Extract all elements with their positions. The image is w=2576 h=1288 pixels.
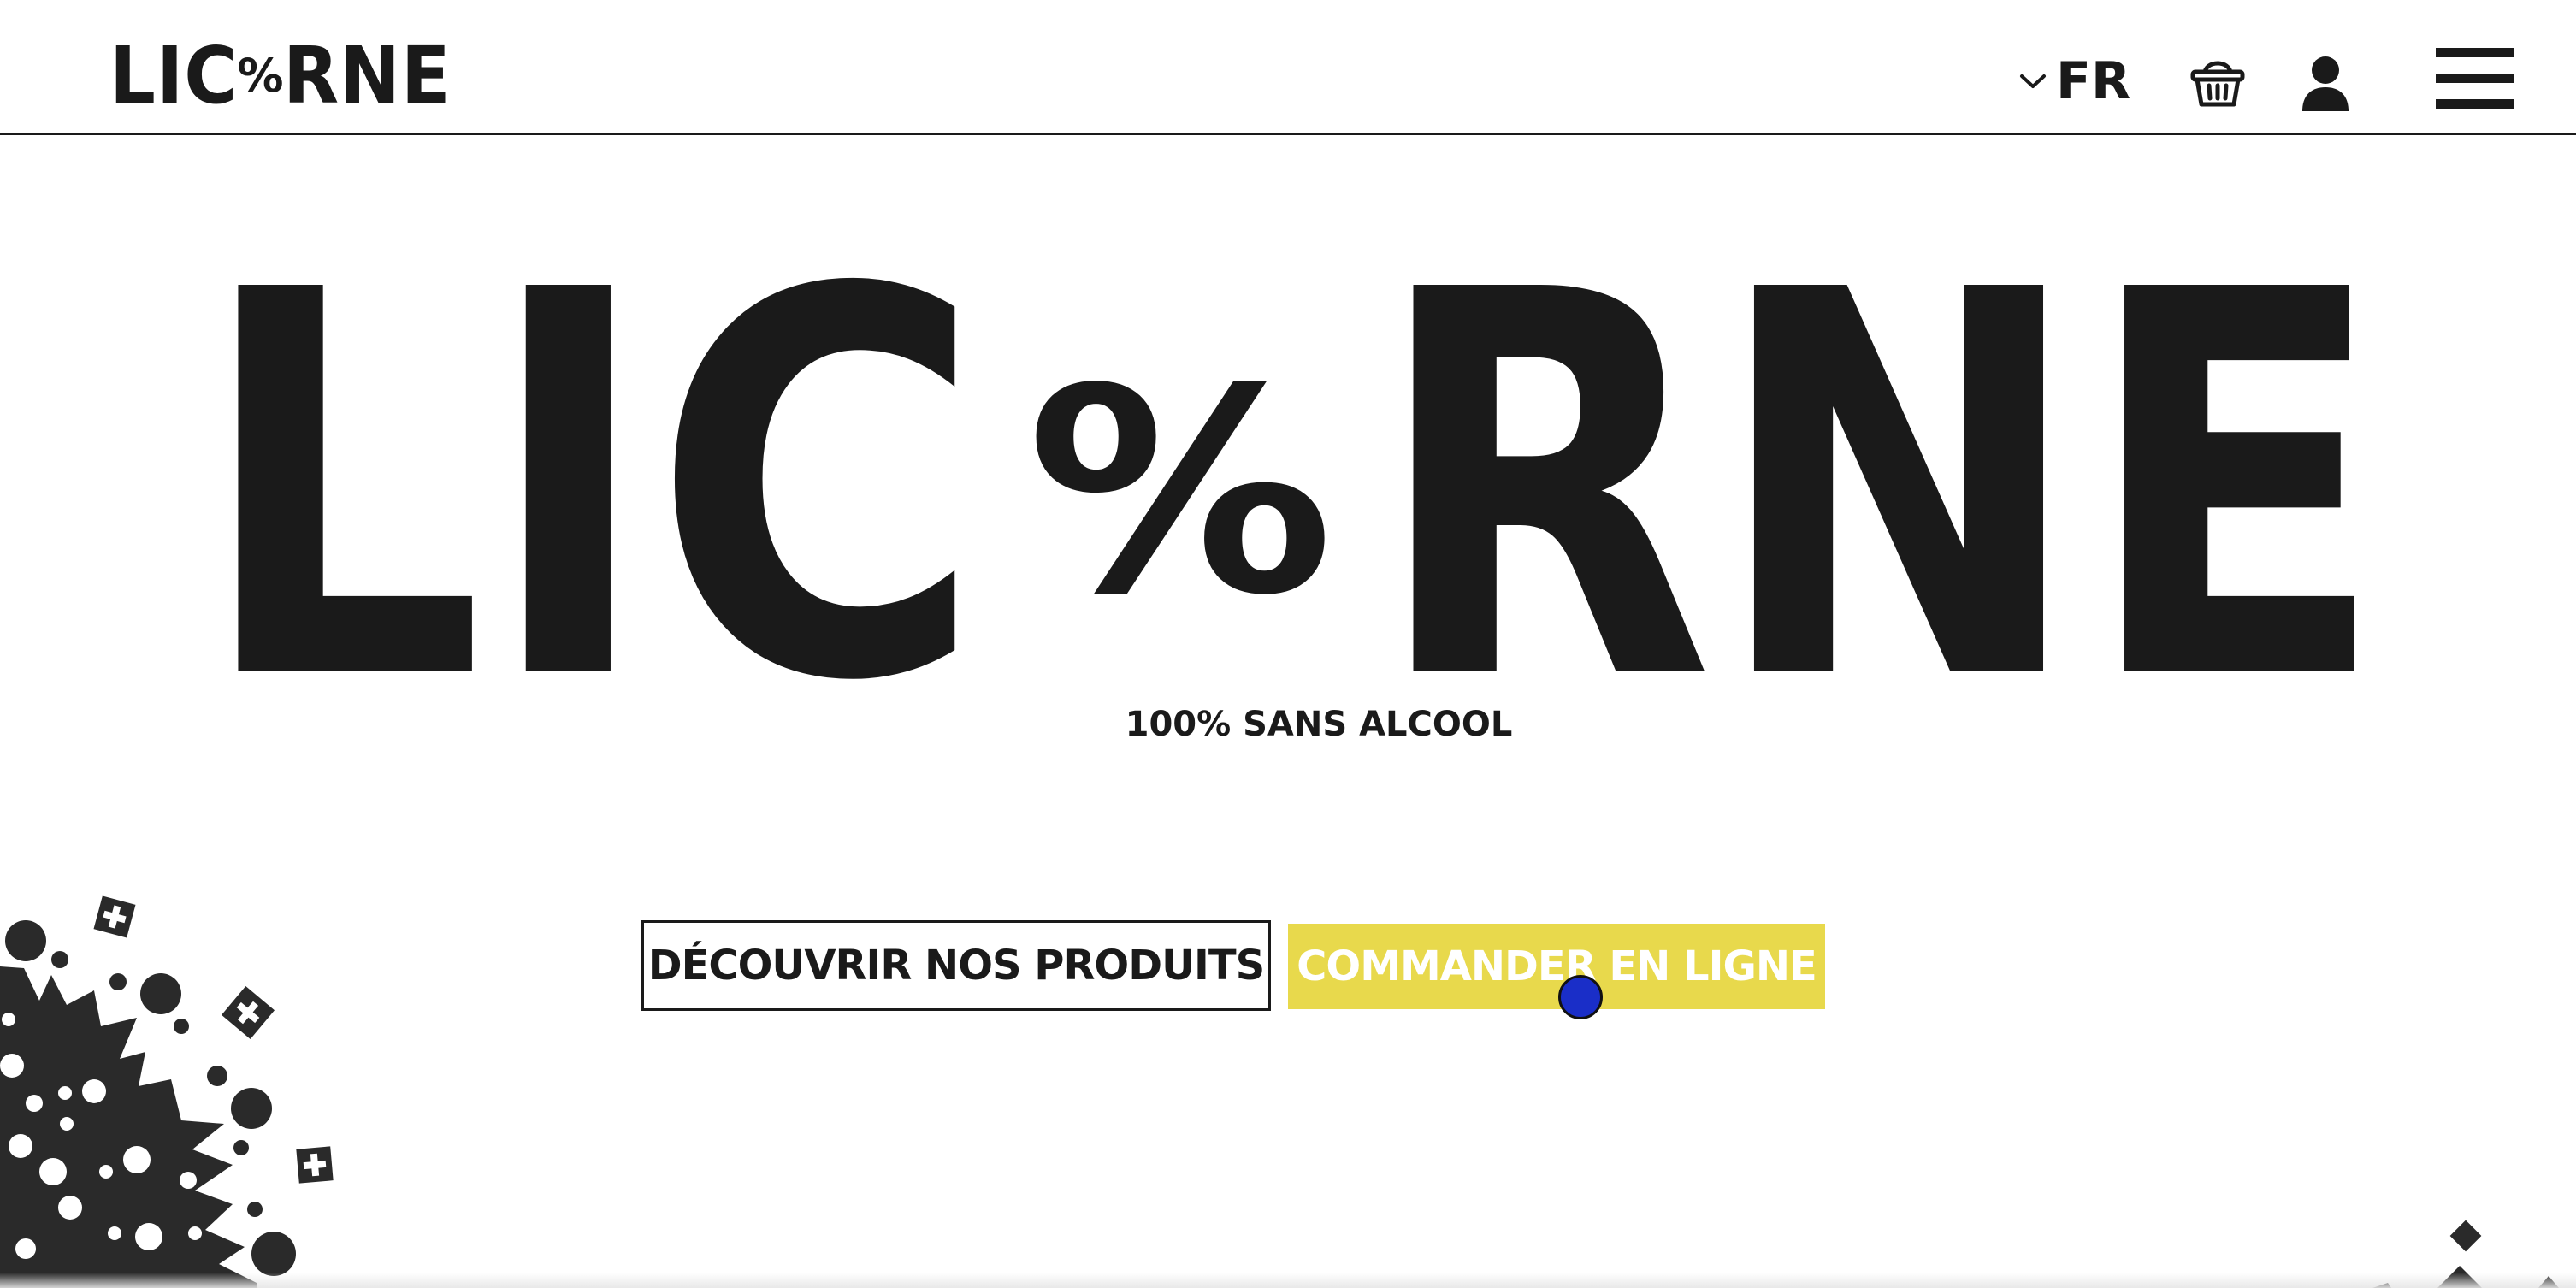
- site-header: LIC % RNE FR: [0, 0, 2576, 135]
- bottom-fade: [0, 1273, 2576, 1288]
- chevron-down-icon: [2020, 74, 2046, 88]
- splash-decoration: [0, 895, 334, 1288]
- basket-button[interactable]: [2186, 50, 2249, 113]
- hero-wordmark-svg: LIC % RNE: [197, 180, 2386, 797]
- basket-icon: [2190, 61, 2245, 107]
- language-label: FR: [2056, 51, 2131, 111]
- header-logo-link[interactable]: LIC % RNE: [109, 30, 466, 121]
- header-logo-text-right: RNE: [283, 30, 452, 121]
- header-logo-percent: %: [237, 49, 284, 103]
- account-button[interactable]: [2297, 53, 2354, 115]
- hamburger-menu-icon: [2436, 48, 2514, 109]
- page: LIC % RNE FR LIC % RNE 100% SANS ALCOOL …: [0, 0, 2576, 1288]
- hero-wordmark: LIC % RNE: [197, 180, 2386, 797]
- cursor-indicator: [1558, 975, 1603, 1019]
- header-logo-text-left: LIC: [109, 30, 239, 121]
- discover-products-button[interactable]: DÉCOUVRIR NOS PRODUITS: [641, 920, 1271, 1011]
- user-icon: [2302, 56, 2349, 111]
- order-online-button[interactable]: COMMANDER EN LIGNE: [1288, 924, 1825, 1009]
- language-selector[interactable]: FR: [2018, 51, 2130, 111]
- tagline: 100% SANS ALCOOL: [1125, 705, 1513, 744]
- hero-wordmark-percent: %: [1026, 328, 1334, 657]
- menu-button[interactable]: [2436, 46, 2514, 111]
